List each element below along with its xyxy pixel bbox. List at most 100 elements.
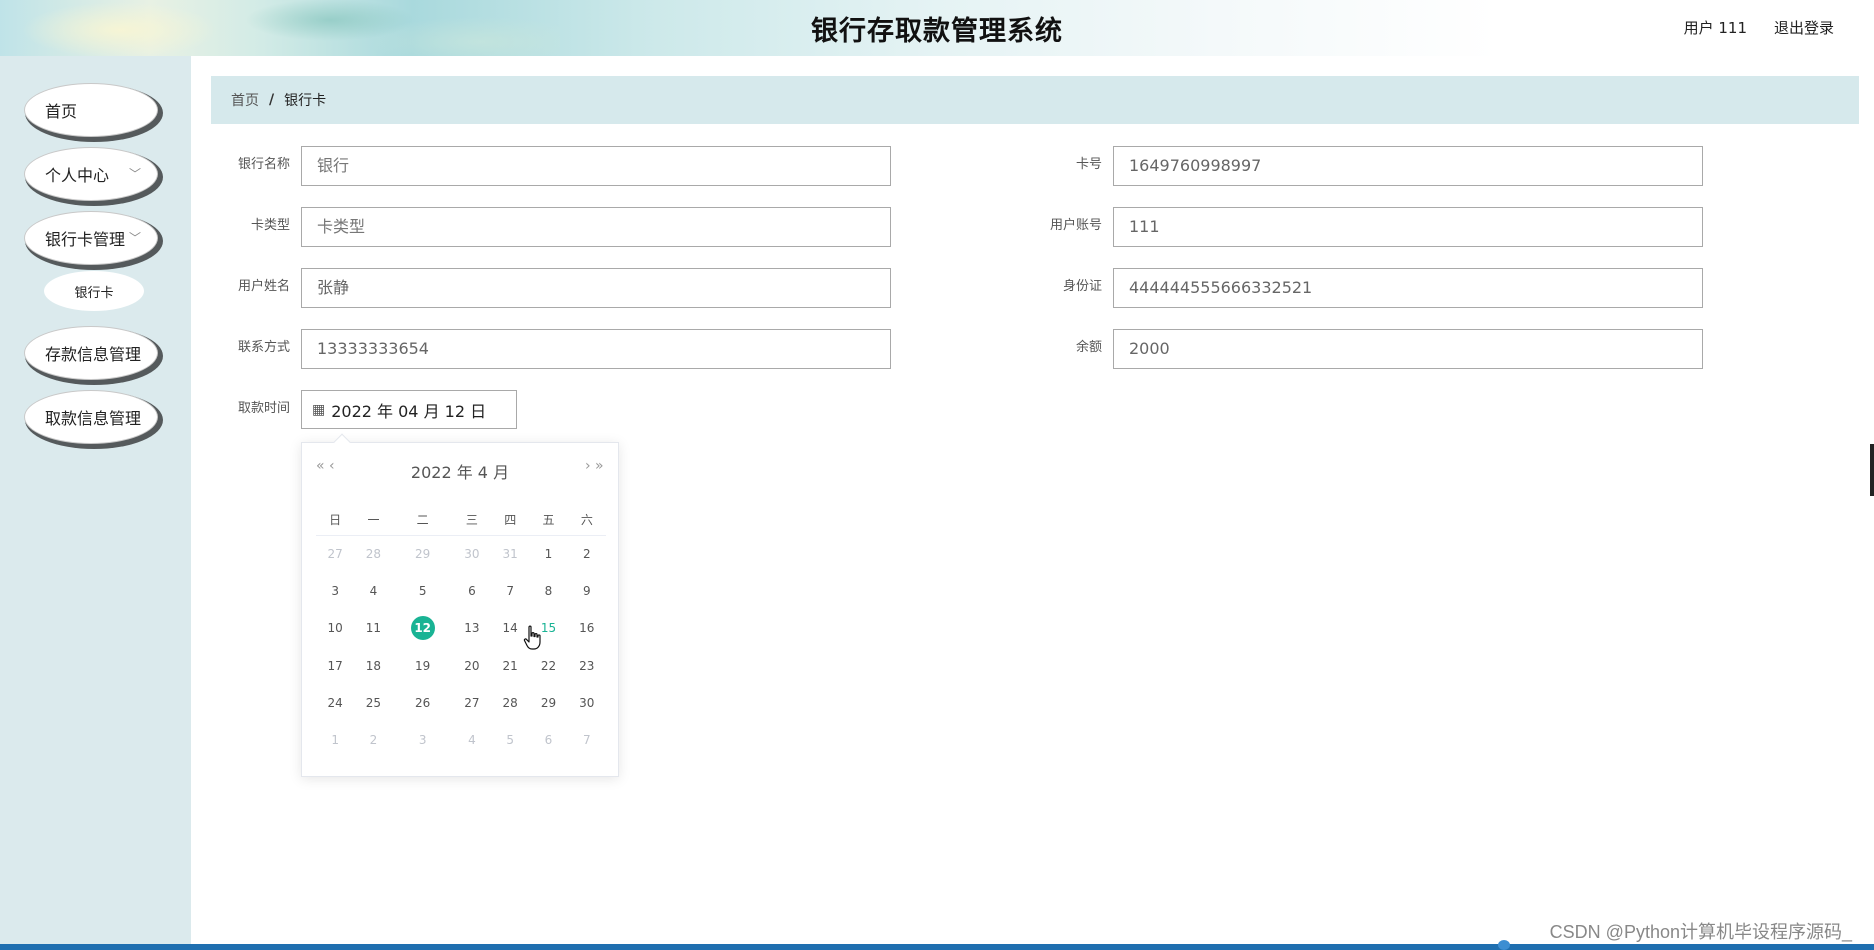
date-cell-other-month[interactable]: 27 <box>316 535 354 572</box>
sidebar-subitem-bank-card[interactable]: 银行卡 <box>44 271 144 311</box>
calendar-icon: ▦ <box>312 401 326 418</box>
date-cell-other-month[interactable]: 1 <box>316 721 354 758</box>
date-cell[interactable]: 8 <box>529 572 567 609</box>
date-cell[interactable]: 27 <box>453 684 491 721</box>
id-card-label: 身份证 <box>1062 279 1102 294</box>
weekday-label: 五 <box>529 505 568 536</box>
date-cell[interactable]: 10 <box>316 610 354 647</box>
contact-label: 联系方式 <box>237 340 290 355</box>
bottom-progress-bar <box>0 944 1874 950</box>
sidebar-item-withdraw-management[interactable]: 取款信息管理 <box>24 390 158 444</box>
current-user: 用户 111 <box>1683 19 1747 37</box>
contact-value: 13333333654 <box>317 339 429 358</box>
sidebar-item-bank-card-management[interactable]: 银行卡管理 ﹀ <box>24 211 158 265</box>
date-cell[interactable]: 30 <box>568 684 606 721</box>
date-cell[interactable]: 1 <box>529 535 567 572</box>
header-banner: 银行存取款管理系统 用户 111 退出登录 <box>0 0 1874 56</box>
bank-name-label: 银行名称 <box>237 157 290 172</box>
weekday-label: 一 <box>354 505 393 536</box>
sidebar-item-label: 个人中心 <box>45 166 110 185</box>
date-cell[interactable]: 25 <box>354 684 392 721</box>
date-week-row: 27 28 29 30 31 1 2 <box>316 535 606 572</box>
balance-label: 余额 <box>1075 340 1102 355</box>
date-cell[interactable]: 17 <box>316 647 354 684</box>
date-cell[interactable]: 22 <box>529 647 567 684</box>
id-card-value: 444444555666332521 <box>1129 278 1313 297</box>
date-week-row: 3456789 <box>316 572 606 609</box>
bank-name-placeholder: 银行 <box>317 156 350 175</box>
date-cell[interactable]: 26 <box>393 684 453 721</box>
sidebar-item-label: 取款信息管理 <box>45 409 142 428</box>
next-month-button[interactable]: › <box>585 458 591 474</box>
date-table-body: 27 28 29 30 31 1 2 3 4 5 6 7 8 9 10 11 12 13 14 15 16 17 18 19 2… <box>316 535 606 759</box>
sidebar-item-deposit-management[interactable]: 存款信息管理 <box>24 326 158 380</box>
date-cell[interactable]: 16 <box>568 610 606 647</box>
user-account-label: 用户账号 <box>1049 218 1102 233</box>
logout-link[interactable]: 退出登录 <box>1774 17 1834 38</box>
bank-name-input[interactable]: 银行 <box>301 146 891 186</box>
date-cell[interactable]: 11 <box>354 610 392 647</box>
progress-handle[interactable] <box>1498 940 1510 950</box>
sidebar-item-home[interactable]: 首页 <box>24 83 158 137</box>
id-card-input[interactable]: 444444555666332521 <box>1113 268 1703 308</box>
date-week-row: 24 25 26 27 28 29 30 <box>316 684 606 721</box>
user-account-value: 111 <box>1129 217 1160 236</box>
date-cell[interactable]: 19 <box>393 647 453 684</box>
breadcrumb-home[interactable]: 首页 <box>231 90 259 110</box>
date-cell-other-month[interactable]: 7 <box>568 721 606 758</box>
date-cell[interactable]: 9 <box>568 572 606 609</box>
date-cell[interactable]: 18 <box>354 647 392 684</box>
date-week-row: 1234567 <box>316 721 606 758</box>
date-cell-other-month[interactable]: 29 <box>393 535 453 572</box>
date-cell[interactable]: 6 <box>453 572 491 609</box>
date-cell[interactable]: 23 <box>568 647 606 684</box>
date-cell[interactable]: 20 <box>453 647 491 684</box>
balance-input[interactable]: 2000 <box>1113 329 1703 369</box>
weekday-label: 三 <box>452 505 492 536</box>
date-cell[interactable]: 2 <box>568 535 606 572</box>
date-cell-other-month[interactable]: 4 <box>453 721 491 758</box>
sidebar-item-label: 首页 <box>45 102 78 121</box>
date-cell[interactable]: 29 <box>529 684 567 721</box>
breadcrumb-separator: / <box>269 92 275 108</box>
date-table: 日一二三四五六 27 28 29 30 31 1 2 3 4 5 6 7 8 9 10 11 12 13 14 15 1… <box>316 505 606 759</box>
date-cell[interactable]: 3 <box>316 572 354 609</box>
date-cell[interactable]: 4 <box>354 572 392 609</box>
date-cell[interactable]: 7 <box>491 572 529 609</box>
card-no-input[interactable]: 1649760998997 <box>1113 146 1703 186</box>
card-type-input[interactable]: 卡类型 <box>301 207 891 247</box>
next-year-button[interactable]: » <box>595 458 604 474</box>
card-type-placeholder: 卡类型 <box>317 217 366 236</box>
withdraw-time-date-input[interactable]: ▦ 2022 年 04 月 12 日 <box>301 390 517 429</box>
sidebar: 首页 个人中心 ﹀ 银行卡管理 ﹀ 银行卡 存款信息管理 取款信息管理 <box>0 56 191 950</box>
date-cell-other-month[interactable]: 30 <box>453 535 491 572</box>
weekday-header-row: 日一二三四五六 <box>316 505 606 536</box>
date-cell-other-month[interactable]: 5 <box>491 721 529 758</box>
user-name-input[interactable]: 张静 <box>301 268 891 308</box>
selected-date-marker: 12 <box>410 616 435 641</box>
scrollbar-thumb[interactable] <box>1870 444 1874 496</box>
date-cell[interactable]: 21 <box>491 647 529 684</box>
date-cell-other-month[interactable]: 6 <box>529 721 567 758</box>
sidebar-item-label: 存款信息管理 <box>45 345 142 364</box>
hand-cursor-icon <box>523 625 541 650</box>
contact-input[interactable]: 13333333654 <box>301 329 891 369</box>
breadcrumb: 首页 / 银行卡 <box>211 76 1859 124</box>
balance-value: 2000 <box>1129 339 1170 358</box>
user-account-input[interactable]: 111 <box>1113 207 1703 247</box>
withdraw-time-value: 2022 年 04 月 12 日 <box>331 401 487 421</box>
date-cell-selected[interactable]: 12 <box>393 610 453 647</box>
date-cell-other-month[interactable]: 28 <box>354 535 392 572</box>
chevron-down-icon: ﹀ <box>128 167 141 181</box>
date-cell[interactable]: 24 <box>316 684 354 721</box>
date-cell[interactable]: 28 <box>491 684 529 721</box>
date-cell-other-month[interactable]: 3 <box>393 721 453 758</box>
user-name-value: 张静 <box>317 278 350 297</box>
card-type-label: 卡类型 <box>250 218 290 233</box>
sidebar-item-personal-center[interactable]: 个人中心 ﹀ <box>24 147 158 201</box>
user-name-label: 用户姓名 <box>237 279 290 294</box>
date-cell-other-month[interactable]: 31 <box>491 535 529 572</box>
date-cell-other-month[interactable]: 2 <box>354 721 392 758</box>
date-cell[interactable]: 5 <box>393 572 453 609</box>
date-cell[interactable]: 13 <box>453 610 491 647</box>
